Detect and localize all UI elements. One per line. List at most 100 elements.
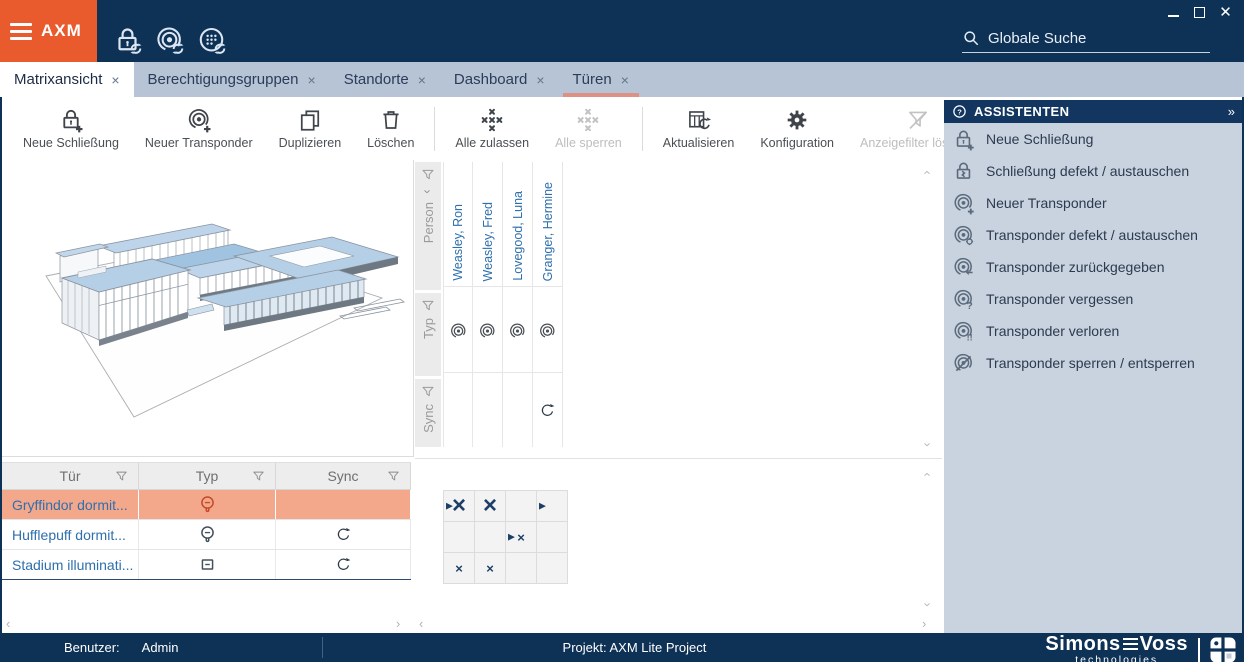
column-header-typ[interactable]: Typ	[139, 463, 276, 489]
new-lock-button[interactable]: Neue Schließung	[10, 101, 132, 157]
matrix-cell[interactable]	[475, 522, 505, 552]
assistant-transponder-forgotten[interactable]: ? Transponder vergessen	[944, 283, 1242, 315]
matrix-cell[interactable]: ×	[475, 553, 505, 583]
allow-all-button[interactable]: Alle zulassen	[442, 101, 542, 157]
door-row-gryffindor[interactable]: Gryffindor dormit...	[2, 490, 411, 520]
filter-icon[interactable]	[114, 469, 129, 484]
matrix-cell[interactable]: ×	[475, 491, 505, 521]
scroll-up-arrow[interactable]: ‹	[922, 170, 935, 174]
tab-close-icon[interactable]: ×	[418, 72, 426, 88]
matrix-cell[interactable]	[537, 522, 567, 552]
duplicate-button[interactable]: Duplizieren	[266, 101, 355, 157]
tab-close-icon[interactable]: ×	[536, 72, 544, 88]
person-column: Weasley, Ron	[443, 162, 473, 447]
block-all-button[interactable]: Alle sperren	[542, 101, 635, 157]
window-controls: ✕	[1165, 4, 1234, 21]
person-sync-cell[interactable]	[533, 376, 562, 444]
assistant-new-lock[interactable]: Neue Schließung	[944, 123, 1242, 155]
filter-icon[interactable]	[420, 384, 436, 400]
matrix-header-sync[interactable]: Sync	[415, 379, 441, 447]
person-typ-cell[interactable]	[444, 290, 472, 376]
lock-add-icon	[952, 128, 975, 151]
person-header[interactable]: Granger, Hermine	[533, 162, 562, 290]
scroll-right-arrow[interactable]: ›	[396, 617, 400, 630]
person-column: Weasley, Fred	[473, 162, 503, 447]
transponder-lost-icon: !!	[952, 320, 975, 343]
transponder-icon	[449, 322, 468, 341]
chevron-expand-icon[interactable]: ›	[422, 189, 435, 193]
door-row-stadium[interactable]: Stadium illuminati...	[2, 550, 411, 580]
tab-close-icon[interactable]: ×	[621, 72, 629, 88]
tab-berechtigungsgruppen[interactable]: Berechtigungsgruppen×	[134, 62, 330, 97]
matrix-cell[interactable]: ▶	[537, 491, 567, 521]
scroll-left-arrow[interactable]: ‹	[419, 617, 423, 630]
main-menu-button[interactable]: AXM	[0, 0, 97, 62]
assistant-transponder-defect[interactable]: Transponder defekt / austauschen	[944, 219, 1242, 251]
refresh-button[interactable]: Aktualisieren	[650, 101, 748, 157]
lock-add-icon	[58, 107, 84, 133]
filter-icon[interactable]	[251, 469, 266, 484]
matrix-cell[interactable]	[506, 553, 536, 583]
tab-standorte[interactable]: Standorte×	[330, 62, 440, 97]
matrix-cell[interactable]: ×	[444, 553, 474, 583]
maximize-button[interactable]	[1191, 4, 1208, 21]
close-button[interactable]: ✕	[1217, 4, 1234, 21]
collapse-panel-icon[interactable]: »	[1228, 104, 1234, 119]
person-sync-cell[interactable]	[444, 376, 472, 444]
scroll-right-arrow[interactable]: ›	[922, 617, 926, 630]
assistants-header[interactable]: ? ASSISTENTEN »	[944, 100, 1242, 123]
person-sync-cell[interactable]	[473, 376, 502, 444]
tab-matrixansicht[interactable]: Matrixansicht×	[0, 62, 134, 97]
statusbar-separator	[322, 637, 323, 658]
user-label: Benutzer:	[64, 640, 120, 655]
tab-close-icon[interactable]: ×	[111, 72, 119, 88]
toolbar-separator	[642, 107, 643, 151]
assistant-new-transponder[interactable]: Neuer Transponder	[944, 187, 1242, 219]
person-typ-cell[interactable]	[533, 290, 562, 376]
column-header-sync[interactable]: Sync	[276, 463, 411, 489]
search-placeholder: Globale Suche	[988, 30, 1086, 47]
matrix-cell[interactable]	[506, 491, 536, 521]
simonsvoss-mark-icon	[1210, 637, 1236, 662]
filter-icon[interactable]	[386, 469, 401, 484]
new-transponder-button[interactable]: Neuer Transponder	[132, 101, 266, 157]
delete-button[interactable]: Löschen	[354, 101, 427, 157]
column-header-tuer[interactable]: Tür	[2, 463, 139, 489]
person-sync-cell[interactable]	[503, 376, 532, 444]
tab-dashboard[interactable]: Dashboard×	[440, 62, 559, 97]
matrix-cell[interactable]: ▶×	[506, 522, 536, 552]
scroll-up-arrow[interactable]: ‹	[922, 472, 935, 476]
tab-close-icon[interactable]: ×	[308, 72, 316, 88]
door-row-hufflepuff[interactable]: Hufflepuff dormit...	[2, 520, 411, 550]
person-typ-cell[interactable]	[503, 290, 532, 376]
transponder-add-icon	[952, 192, 975, 215]
pincode-sync-icon[interactable]	[196, 25, 227, 56]
scroll-down-arrow[interactable]: ›	[922, 602, 935, 606]
person-header[interactable]: Weasley, Fred	[473, 162, 502, 290]
configuration-button[interactable]: Konfiguration	[747, 101, 847, 157]
sync-refresh-icon	[335, 556, 352, 573]
matrix-header-person[interactable]: › Person	[415, 162, 441, 290]
allow-all-icon	[479, 107, 505, 133]
person-header[interactable]: Lovegood, Luna	[503, 162, 532, 290]
minimize-button[interactable]	[1165, 4, 1182, 21]
filter-icon[interactable]	[420, 298, 436, 314]
global-search-input[interactable]: Globale Suche	[962, 24, 1210, 53]
tab-tueren[interactable]: Türen×	[559, 62, 643, 97]
assistant-transponder-lost[interactable]: !! Transponder verloren	[944, 315, 1242, 347]
person-typ-cell[interactable]	[473, 290, 502, 376]
lock-sync-icon[interactable]	[112, 25, 143, 56]
matrix-header-typ[interactable]: Typ	[415, 293, 441, 376]
scroll-down-arrow[interactable]: ›	[922, 442, 935, 446]
matrix-cell[interactable]	[444, 522, 474, 552]
scroll-left-arrow[interactable]: ‹	[6, 617, 10, 630]
person-column: Granger, Hermine	[533, 162, 563, 447]
transponder-sync-icon[interactable]	[154, 25, 185, 56]
person-header[interactable]: Weasley, Ron	[444, 162, 472, 290]
assistant-transponder-block[interactable]: Transponder sperren / entsperren	[944, 347, 1242, 379]
matrix-cell[interactable]	[537, 553, 567, 583]
assistant-lock-defect[interactable]: Schließung defekt / austauschen	[944, 155, 1242, 187]
matrix-cell[interactable]: ▶×	[444, 491, 474, 521]
assistant-transponder-returned[interactable]: Transponder zurückgegeben	[944, 251, 1242, 283]
filter-icon[interactable]	[420, 167, 436, 183]
